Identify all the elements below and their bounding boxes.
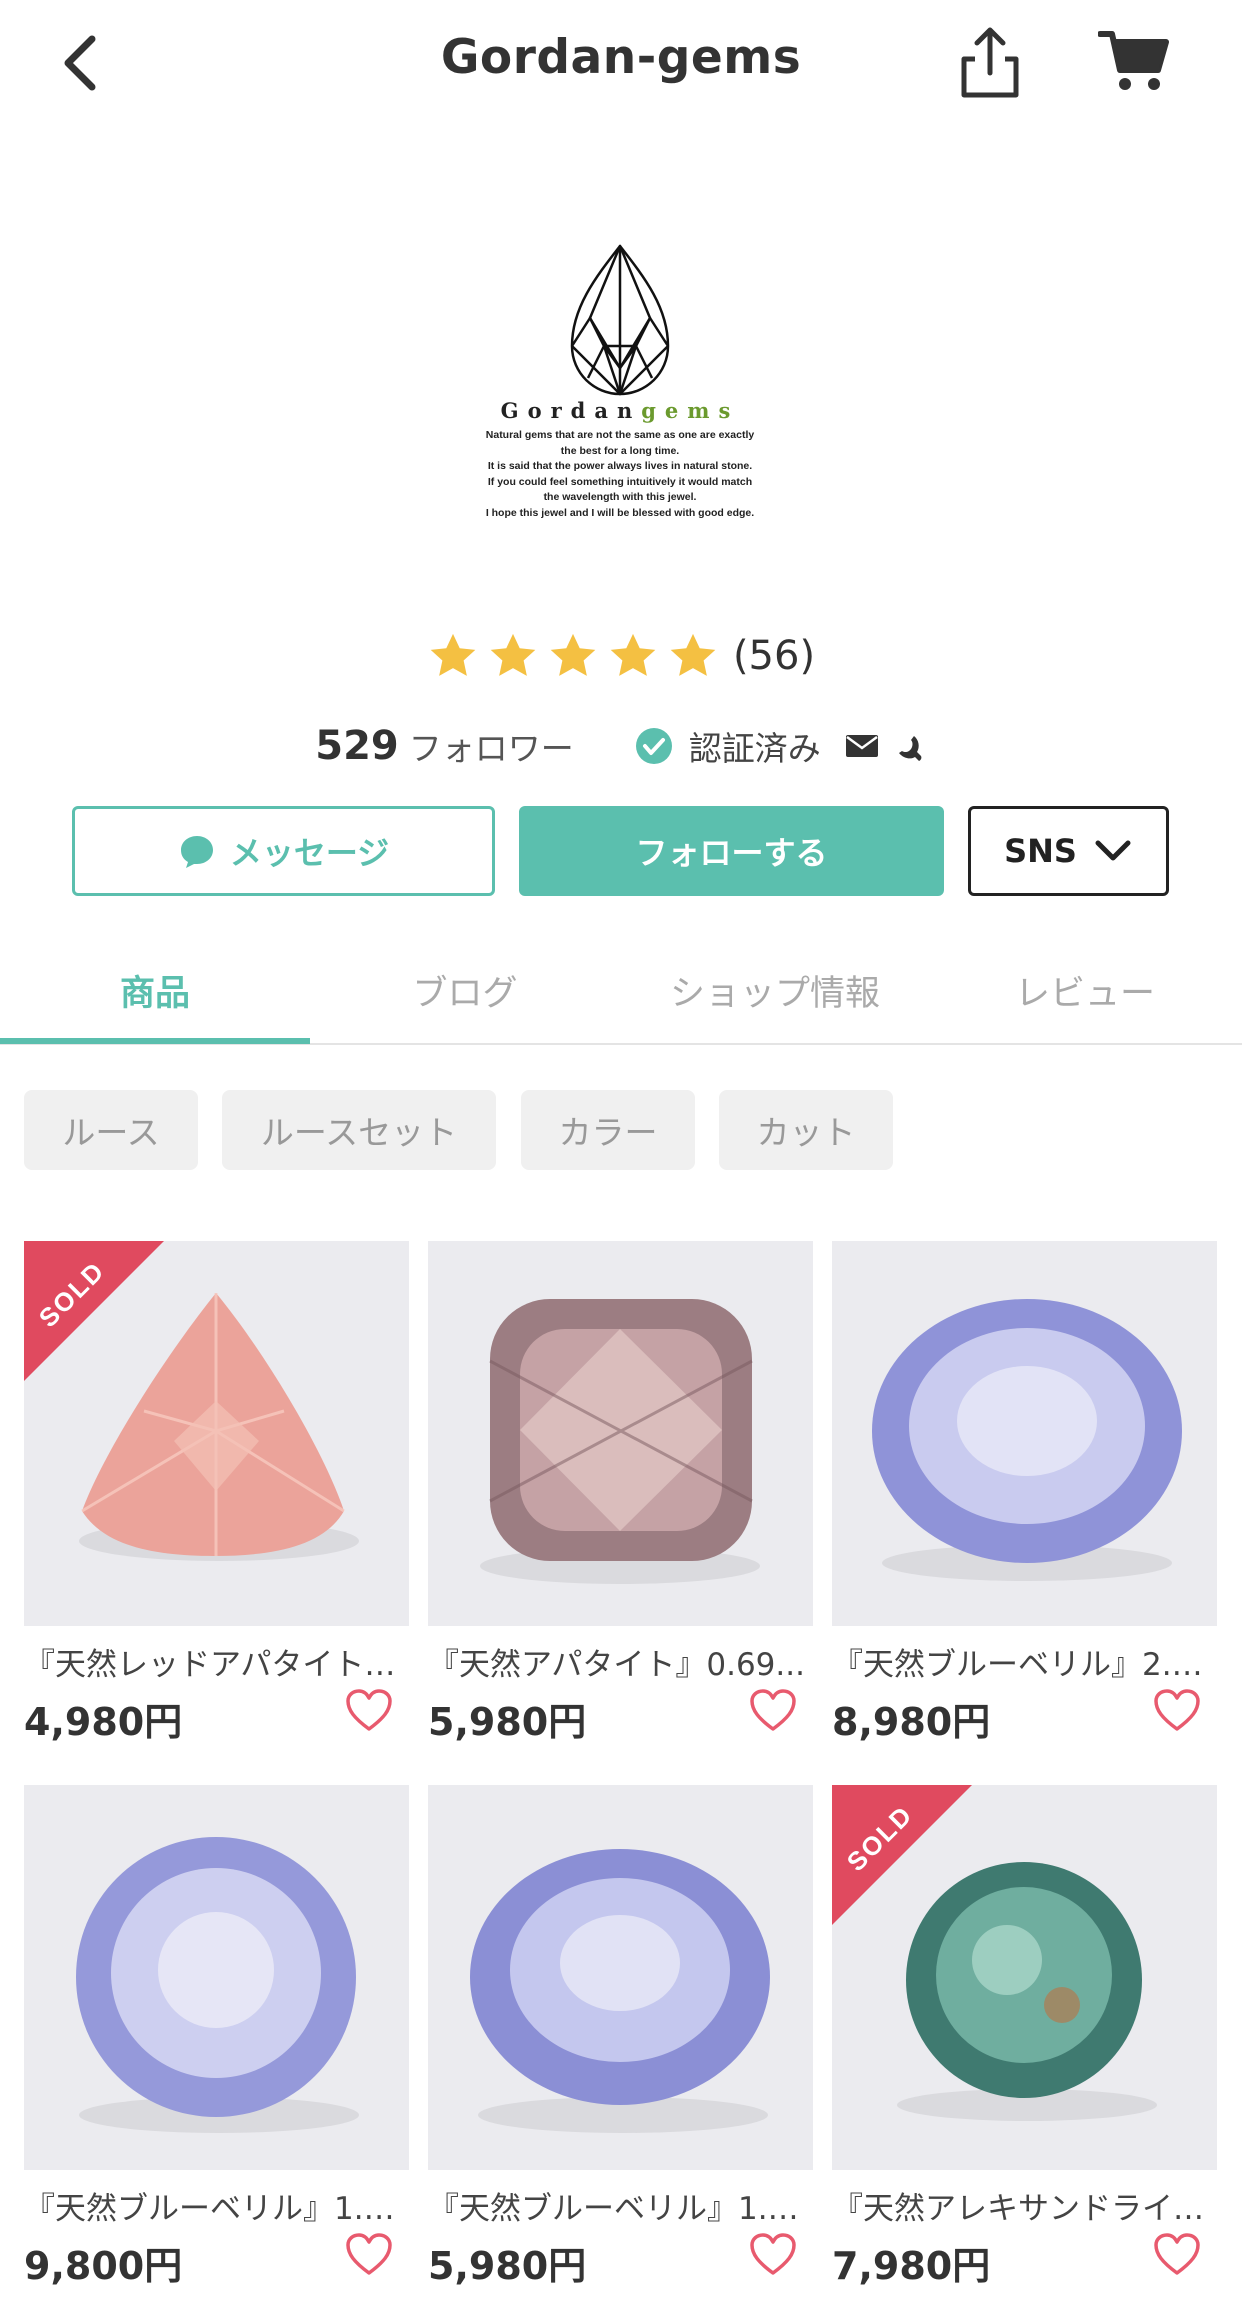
heart-icon[interactable] xyxy=(1152,1686,1202,1736)
product-image[interactable] xyxy=(428,1241,813,1626)
heart-icon[interactable] xyxy=(748,2230,798,2280)
star-icon xyxy=(430,633,476,676)
star-icon xyxy=(670,633,716,676)
product-price: 7,980円 xyxy=(832,2244,991,2288)
heart-icon[interactable] xyxy=(1152,2230,1202,2280)
heart-icon[interactable] xyxy=(748,1686,798,1736)
chip-cut[interactable]: カット xyxy=(719,1090,893,1170)
share-icon xyxy=(961,27,1019,98)
product-name[interactable]: 『天然ブルーベリル』1.0... xyxy=(428,2183,813,2228)
shop-logo: Gordangems Natural gems that are not the… xyxy=(470,238,770,538)
logo-tagline: Natural gems that are not the same as on… xyxy=(485,429,755,519)
tab-shop-info[interactable]: ショップ情報 xyxy=(620,935,930,1045)
product-name[interactable]: 『天然ブルーベリル』2.0... xyxy=(832,1639,1217,1684)
star-icon xyxy=(610,633,656,676)
product-photo xyxy=(832,1241,1217,1626)
share-button[interactable] xyxy=(955,25,1025,100)
product-image[interactable] xyxy=(428,1785,813,2170)
cart-button[interactable] xyxy=(1097,28,1170,94)
product-photo xyxy=(24,1785,409,2170)
chip-loose[interactable]: ルース xyxy=(24,1090,198,1170)
chevron-down-icon xyxy=(1095,840,1131,861)
star-icon xyxy=(490,633,536,676)
sold-badge: SOLD xyxy=(24,1241,164,1381)
chip-loose-set[interactable]: ルースセット xyxy=(222,1090,496,1170)
product-name[interactable]: 『天然アパタイト』0.69... xyxy=(428,1639,813,1684)
tab-reviews[interactable]: レビュー xyxy=(930,935,1240,1045)
cart-icon xyxy=(1097,31,1169,90)
heart-icon[interactable] xyxy=(344,1686,394,1736)
tab-bar: 商品 ブログ ショップ情報 レビュー xyxy=(0,935,1242,1045)
sold-badge: SOLD xyxy=(832,1785,972,1925)
product-price: 5,980円 xyxy=(428,2244,587,2288)
verified-check-icon xyxy=(635,728,672,764)
review-count: (56) xyxy=(732,633,816,679)
star-icon xyxy=(550,633,596,676)
logo-brand-text: Gordangems xyxy=(500,398,740,423)
chat-bubble-icon xyxy=(180,836,213,868)
tab-blog[interactable]: ブログ xyxy=(310,935,620,1045)
product-price: 4,980円 xyxy=(24,1700,183,1744)
product-name[interactable]: 『天然アレキサンドライ… xyxy=(832,2183,1217,2228)
shop-stats: 529 フォロワー 認証済み xyxy=(0,722,1242,770)
product-image[interactable] xyxy=(24,1785,409,2170)
pear-gem-icon xyxy=(570,244,670,396)
message-button[interactable]: メッセージ xyxy=(72,806,495,896)
product-price: 8,980円 xyxy=(832,1700,991,1744)
follow-button[interactable]: フォローする xyxy=(519,806,944,896)
app-header: Gordan-gems xyxy=(0,0,1242,130)
product-price: 5,980円 xyxy=(428,1700,587,1744)
follow-button-label: フォローする xyxy=(635,834,828,872)
phone-icon xyxy=(898,736,922,761)
message-button-label: メッセージ xyxy=(229,834,390,872)
product-name[interactable]: 『天然ブルーベリル』1.8... xyxy=(24,2183,409,2228)
product-name[interactable]: 『天然レッドアパタイト… xyxy=(24,1639,409,1684)
follower-count: 529 xyxy=(315,723,399,769)
verified-label: 認証済み xyxy=(688,729,821,768)
active-tab-indicator xyxy=(0,1038,310,1044)
shop-rating[interactable]: (56) xyxy=(0,630,1242,682)
sns-dropdown-label: SNS xyxy=(1004,832,1077,870)
chip-color[interactable]: カラー xyxy=(521,1090,695,1170)
page-title: Gordan-gems xyxy=(440,30,802,85)
follower-label: フォロワー xyxy=(408,729,574,768)
tab-products[interactable]: 商品 xyxy=(0,935,310,1045)
heart-icon[interactable] xyxy=(344,2230,394,2280)
product-photo xyxy=(428,1241,813,1626)
product-photo xyxy=(428,1785,813,2170)
sns-dropdown[interactable]: SNS xyxy=(968,806,1169,896)
mail-icon xyxy=(845,735,878,757)
product-image[interactable] xyxy=(832,1241,1217,1626)
product-price: 9,800円 xyxy=(24,2244,183,2288)
